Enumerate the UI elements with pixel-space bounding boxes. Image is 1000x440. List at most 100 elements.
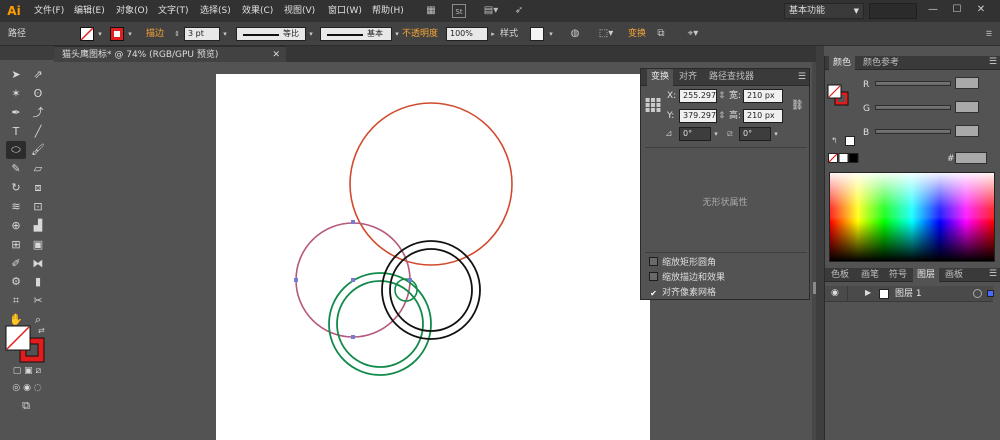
none-white-black-swatches[interactable] xyxy=(828,153,860,163)
slice-tool-icon[interactable]: ✂ xyxy=(28,292,48,310)
stroke-label[interactable]: 描边 xyxy=(146,22,164,46)
opacity-label[interactable]: 不透明度 xyxy=(402,22,438,46)
variable-width-profile[interactable]: 等比 xyxy=(236,27,306,41)
arrange-documents-icon[interactable]: ▤▾ xyxy=(480,4,502,18)
transform-icon[interactable]: ⧉ xyxy=(654,27,668,41)
selection-tool-icon[interactable]: ➤ xyxy=(6,66,26,84)
fill-swatch[interactable] xyxy=(80,27,94,41)
menu-help[interactable]: 帮助(H) xyxy=(372,0,404,22)
menu-object[interactable]: 对象(O) xyxy=(116,0,148,22)
scale-tool-icon[interactable]: ⧈ xyxy=(28,179,48,197)
shape-builder-tool-icon[interactable]: ⊕ xyxy=(6,217,26,235)
transform-link[interactable]: 变换 xyxy=(628,22,646,46)
fill-dropdown[interactable]: ▾ xyxy=(95,27,105,41)
opacity-input[interactable]: 100% xyxy=(446,27,488,41)
stroke-weight-input[interactable]: 3 pt xyxy=(184,27,220,41)
anchor-point[interactable] xyxy=(351,335,355,339)
width-input[interactable]: 210 px xyxy=(743,89,783,103)
maximize-button[interactable]: ☐ xyxy=(948,2,966,18)
paintbrush-tool-icon[interactable]: 🖌 xyxy=(28,141,48,159)
tab-color-guide[interactable]: 颜色参考 xyxy=(859,56,903,70)
menu-select[interactable]: 选择(S) xyxy=(200,0,231,22)
green-outer-circle[interactable] xyxy=(328,272,432,376)
panel-menu-icon[interactable]: ☰ xyxy=(989,57,997,67)
close-window-button[interactable]: ✕ xyxy=(972,2,990,18)
menu-window[interactable]: 窗口(W) xyxy=(328,0,362,22)
magic-wand-tool-icon[interactable]: ✶ xyxy=(6,85,26,103)
web-safe-color-swatch[interactable] xyxy=(845,136,855,146)
menu-type[interactable]: 文字(T) xyxy=(158,0,189,22)
panel-dock-strip[interactable] xyxy=(816,46,824,440)
gradient-tool-icon[interactable]: ▣ xyxy=(28,236,48,254)
perspective-grid-tool-icon[interactable]: ▟ xyxy=(28,217,48,235)
ellipse-tool-icon[interactable]: ⬭ xyxy=(6,141,26,159)
menu-file[interactable]: 文件(F) xyxy=(34,0,64,22)
eraser-tool-icon[interactable]: ▱ xyxy=(28,160,48,178)
blend-tool-icon[interactable]: ⧓ xyxy=(28,255,48,273)
lasso-tool-icon[interactable]: ʘ xyxy=(28,85,48,103)
shear-dropdown[interactable]: ▾ xyxy=(771,127,781,141)
panel-menu-icon[interactable]: ☰ xyxy=(798,72,806,82)
isolate-icon[interactable]: ⌖▾ xyxy=(682,27,704,41)
constrain-proportions-icon[interactable]: ⛓ xyxy=(791,99,804,113)
tab-artboards[interactable]: 画板 xyxy=(941,268,967,282)
pen-tool-icon[interactable]: ✒ xyxy=(6,104,26,122)
y-input[interactable]: 379.297 xyxy=(679,109,717,123)
x-stepper-icon[interactable]: ⇕ xyxy=(718,89,726,103)
visibility-eye-icon[interactable]: ◉ xyxy=(831,288,839,298)
layer-name[interactable]: 图层 1 xyxy=(895,286,922,302)
document-tab[interactable]: 猫头鹰图标* @ 74% (RGB/GPU 预览) ✕ xyxy=(54,46,286,62)
curvature-tool-icon[interactable]: ⤴ xyxy=(28,104,48,122)
stroke-weight-dropdown[interactable]: ▾ xyxy=(220,27,230,41)
menu-edit[interactable]: 编辑(E) xyxy=(74,0,105,22)
tab-align[interactable]: 对齐 xyxy=(675,69,701,86)
type-tool-icon[interactable]: T xyxy=(6,123,26,141)
b-value-input[interactable] xyxy=(955,125,979,137)
align-pixel-grid-checkbox[interactable]: ✔ 对齐像素网格 xyxy=(649,287,716,299)
height-input[interactable]: 210 px xyxy=(743,109,783,123)
recolor-icon[interactable]: ◍ xyxy=(568,27,582,41)
symbol-sprayer-tool-icon[interactable]: ⚙ xyxy=(6,273,26,291)
opacity-dropdown[interactable]: ▸ xyxy=(488,27,498,41)
search-input[interactable] xyxy=(869,3,917,19)
brush-definition[interactable]: 基本 xyxy=(320,27,392,41)
bridge-icon[interactable]: ▦ xyxy=(424,4,438,18)
pencil-tool-icon[interactable]: ✎ xyxy=(6,160,26,178)
layer-row[interactable]: ◉ ▶ 图层 1 xyxy=(825,286,994,302)
menu-effect[interactable]: 效果(C) xyxy=(242,0,273,22)
artwork[interactable] xyxy=(216,74,650,440)
stock-badge[interactable]: St xyxy=(452,4,466,18)
anchor-point[interactable] xyxy=(408,278,412,282)
color-mode-buttons[interactable]: ▢ ▣ ⧄ xyxy=(2,364,52,378)
tab-symbols[interactable]: 符号 xyxy=(885,268,911,282)
control-panel-menu-icon[interactable]: ☰ xyxy=(984,27,994,41)
screen-mode-icon[interactable]: ⧉ xyxy=(14,398,38,414)
menu-view[interactable]: 视图(V) xyxy=(284,0,315,22)
close-document-icon[interactable]: ✕ xyxy=(272,47,280,63)
line-tool-icon[interactable]: ╱ xyxy=(28,123,48,141)
brush-dropdown[interactable]: ▾ xyxy=(392,27,402,41)
stroke-swatch[interactable] xyxy=(110,27,124,41)
direct-selection-tool-icon[interactable]: ⇗ xyxy=(28,66,48,84)
align-to-icon[interactable]: ⬚▾ xyxy=(596,27,616,41)
free-transform-tool-icon[interactable]: ⊡ xyxy=(28,198,48,216)
color-fill-stroke-swatch[interactable] xyxy=(827,84,849,106)
tab-color[interactable]: 颜色 xyxy=(829,56,856,70)
rotate-dropdown[interactable]: ▾ xyxy=(711,127,721,141)
expand-triangle-icon[interactable]: ▶ xyxy=(865,288,871,297)
artboard-tool-icon[interactable]: ⌗ xyxy=(6,292,26,310)
stroke-dropdown[interactable]: ▾ xyxy=(125,27,135,41)
graphic-style-swatch[interactable] xyxy=(530,27,544,41)
color-spectrum[interactable] xyxy=(829,172,995,262)
out-of-gamut-icon[interactable]: ↰ xyxy=(831,136,841,146)
r-slider[interactable] xyxy=(875,81,951,86)
eyedropper-tool-icon[interactable]: ✐ xyxy=(6,255,26,273)
b-slider[interactable] xyxy=(875,129,951,134)
sync-icon[interactable]: ➶ xyxy=(512,4,526,18)
rotate-tool-icon[interactable]: ↻ xyxy=(6,179,26,197)
tab-transform[interactable]: 变换 xyxy=(647,69,674,86)
anchor-point[interactable] xyxy=(351,220,355,224)
r-value-input[interactable] xyxy=(955,77,979,89)
g-slider[interactable] xyxy=(875,105,951,110)
shear-input[interactable]: 0° xyxy=(739,127,771,141)
